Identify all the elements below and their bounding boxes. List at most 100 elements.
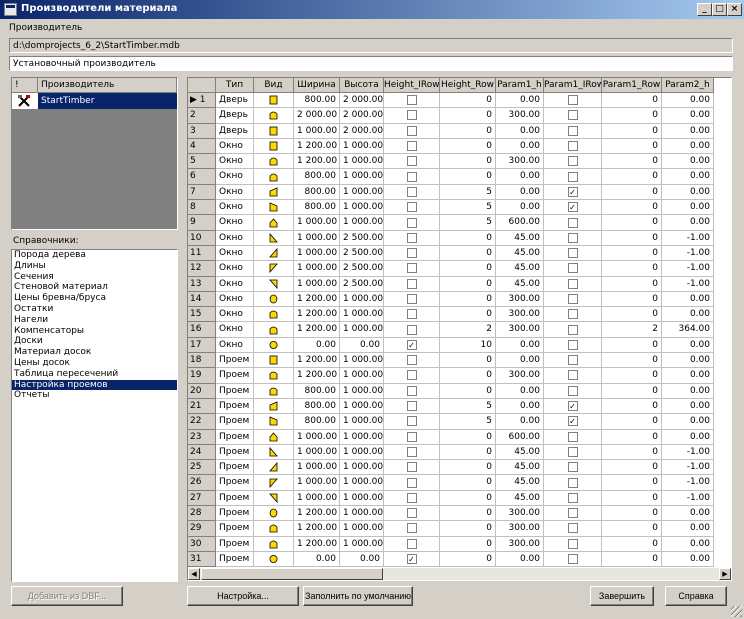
finish-button[interactable]: Завершить: [590, 586, 654, 606]
cell-height-irow[interactable]: [384, 169, 440, 185]
cell-param1-h[interactable]: 300.00: [496, 108, 544, 124]
cell-param1-irow[interactable]: [544, 521, 602, 537]
cell-width[interactable]: 1 200.00: [294, 521, 340, 537]
cell-param1-row[interactable]: 0: [602, 460, 662, 476]
cell-height[interactable]: 1 000.00: [340, 169, 384, 185]
cell-height-row[interactable]: 0: [440, 551, 496, 568]
cell-param1-irow[interactable]: [544, 93, 602, 109]
column-header[interactable]: Param2_h: [662, 78, 714, 93]
cell-param1-irow[interactable]: [544, 475, 602, 491]
cell-type[interactable]: Проем: [216, 460, 254, 476]
cell-param1-h[interactable]: 300.00: [496, 368, 544, 384]
cell-type[interactable]: Проем: [216, 506, 254, 522]
cell-param1-h[interactable]: 0.00: [496, 138, 544, 155]
column-header[interactable]: Param1_h: [496, 78, 544, 93]
cell-type[interactable]: Окно: [216, 261, 254, 277]
cell-height[interactable]: 1 000.00: [340, 322, 384, 338]
cell-height-irow[interactable]: [384, 444, 440, 461]
checkbox[interactable]: [406, 95, 417, 106]
cell-width[interactable]: 1 200.00: [294, 506, 340, 522]
cell-param1-irow[interactable]: [544, 368, 602, 384]
cell-param1-row[interactable]: 0: [602, 261, 662, 277]
cell-width[interactable]: 1 200.00: [294, 536, 340, 552]
cell-param2-h[interactable]: 0.00: [662, 154, 714, 170]
cell-height-row[interactable]: 5: [440, 414, 496, 430]
checkbox[interactable]: [567, 492, 578, 503]
cell-height-row[interactable]: 0: [440, 276, 496, 292]
cell-param1-irow[interactable]: [544, 337, 602, 354]
cell-height-row[interactable]: 5: [440, 200, 496, 216]
cell-shape[interactable]: [254, 215, 294, 231]
checkbox[interactable]: [406, 186, 417, 197]
cell-param1-irow[interactable]: [544, 383, 602, 399]
cell-width[interactable]: 1 200.00: [294, 154, 340, 170]
cell-param1-irow[interactable]: [544, 123, 602, 139]
cell-height-irow[interactable]: [384, 291, 440, 308]
cell-param1-row[interactable]: 0: [602, 215, 662, 231]
cell-height-row[interactable]: 0: [440, 460, 496, 476]
cell-height[interactable]: 2 500.00: [340, 245, 384, 262]
cell-height-irow[interactable]: ✓: [384, 551, 440, 568]
cell-shape[interactable]: [254, 169, 294, 185]
column-header[interactable]: [188, 78, 216, 93]
cell-height-irow[interactable]: [384, 276, 440, 292]
cell-shape[interactable]: [254, 108, 294, 124]
cell-height[interactable]: 2 000.00: [340, 123, 384, 139]
cell-height[interactable]: 1 000.00: [340, 506, 384, 522]
cell-type[interactable]: Проем: [216, 383, 254, 399]
cell-height-irow[interactable]: [384, 230, 440, 246]
cell-param2-h[interactable]: 0.00: [662, 200, 714, 216]
maximize-button[interactable]: □: [712, 3, 727, 16]
cell-param1-irow[interactable]: [544, 429, 602, 445]
cell-param1-irow[interactable]: [544, 536, 602, 552]
cell-param2-h[interactable]: -1.00: [662, 245, 714, 262]
cell-param1-h[interactable]: 300.00: [496, 154, 544, 170]
cell-height-row[interactable]: 5: [440, 215, 496, 231]
table-row[interactable]: 9 Окно 1 000.00 1 000.00 5 600.00 0 0.00: [188, 215, 714, 231]
cell-height-irow[interactable]: [384, 475, 440, 491]
cell-height-irow[interactable]: [384, 460, 440, 476]
cell-width[interactable]: 1 000.00: [294, 261, 340, 277]
cell-height[interactable]: 2 500.00: [340, 276, 384, 292]
cell-param1-h[interactable]: 0.00: [496, 169, 544, 185]
checkbox[interactable]: [406, 416, 417, 427]
cell-type[interactable]: Дверь: [216, 93, 254, 109]
cell-param1-irow[interactable]: [544, 490, 602, 507]
cell-param1-irow[interactable]: [544, 276, 602, 292]
cell-param1-h[interactable]: 0.00: [496, 414, 544, 430]
table-row[interactable]: 25 Проем 1 000.00 1 000.00 0 45.00 0 -1.00: [188, 460, 714, 476]
reference-item[interactable]: Порода дерева: [12, 250, 177, 261]
cell-height[interactable]: 1 000.00: [340, 414, 384, 430]
cell-param1-row[interactable]: 0: [602, 108, 662, 124]
cell-width[interactable]: 1 000.00: [294, 230, 340, 246]
table-row[interactable]: 13 Окно 1 000.00 2 500.00 0 45.00 0 -1.00: [188, 276, 714, 292]
cell-type[interactable]: Проем: [216, 490, 254, 507]
cell-shape[interactable]: [254, 490, 294, 507]
cell-param1-h[interactable]: 300.00: [496, 521, 544, 537]
cell-type[interactable]: Окно: [216, 230, 254, 246]
table-row[interactable]: 21 Проем 800.00 1 000.00 5 0.00 ✓ 0 0.00: [188, 398, 714, 415]
cell-height-row[interactable]: 0: [440, 245, 496, 262]
table-row[interactable]: 17 Окно 0.00 0.00 ✓ 10 0.00 0 0.00: [188, 337, 714, 354]
cell-width[interactable]: 800.00: [294, 93, 340, 109]
cell-type[interactable]: Проем: [216, 551, 254, 568]
cell-param2-h[interactable]: 0.00: [662, 291, 714, 308]
cell-height-row[interactable]: 0: [440, 429, 496, 445]
cell-param1-irow[interactable]: [544, 215, 602, 231]
cell-width[interactable]: 1 000.00: [294, 475, 340, 491]
scroll-left-icon[interactable]: ◀: [188, 568, 200, 580]
cell-param1-h[interactable]: 0.00: [496, 184, 544, 201]
cell-param1-row[interactable]: 0: [602, 123, 662, 139]
checkbox[interactable]: [406, 248, 417, 259]
cell-param1-h[interactable]: 0.00: [496, 93, 544, 109]
cell-height[interactable]: 0.00: [340, 551, 384, 568]
cell-param2-h[interactable]: 0.00: [662, 429, 714, 445]
checkbox[interactable]: [406, 110, 417, 121]
cell-height-row[interactable]: 0: [440, 230, 496, 246]
producer-name-input[interactable]: Установочный производитель: [9, 56, 733, 71]
checkbox[interactable]: [406, 294, 417, 304]
checkbox[interactable]: [406, 492, 417, 503]
cell-param1-row[interactable]: 0: [602, 184, 662, 201]
cell-param1-row[interactable]: 0: [602, 291, 662, 308]
cell-param1-row[interactable]: 0: [602, 475, 662, 491]
